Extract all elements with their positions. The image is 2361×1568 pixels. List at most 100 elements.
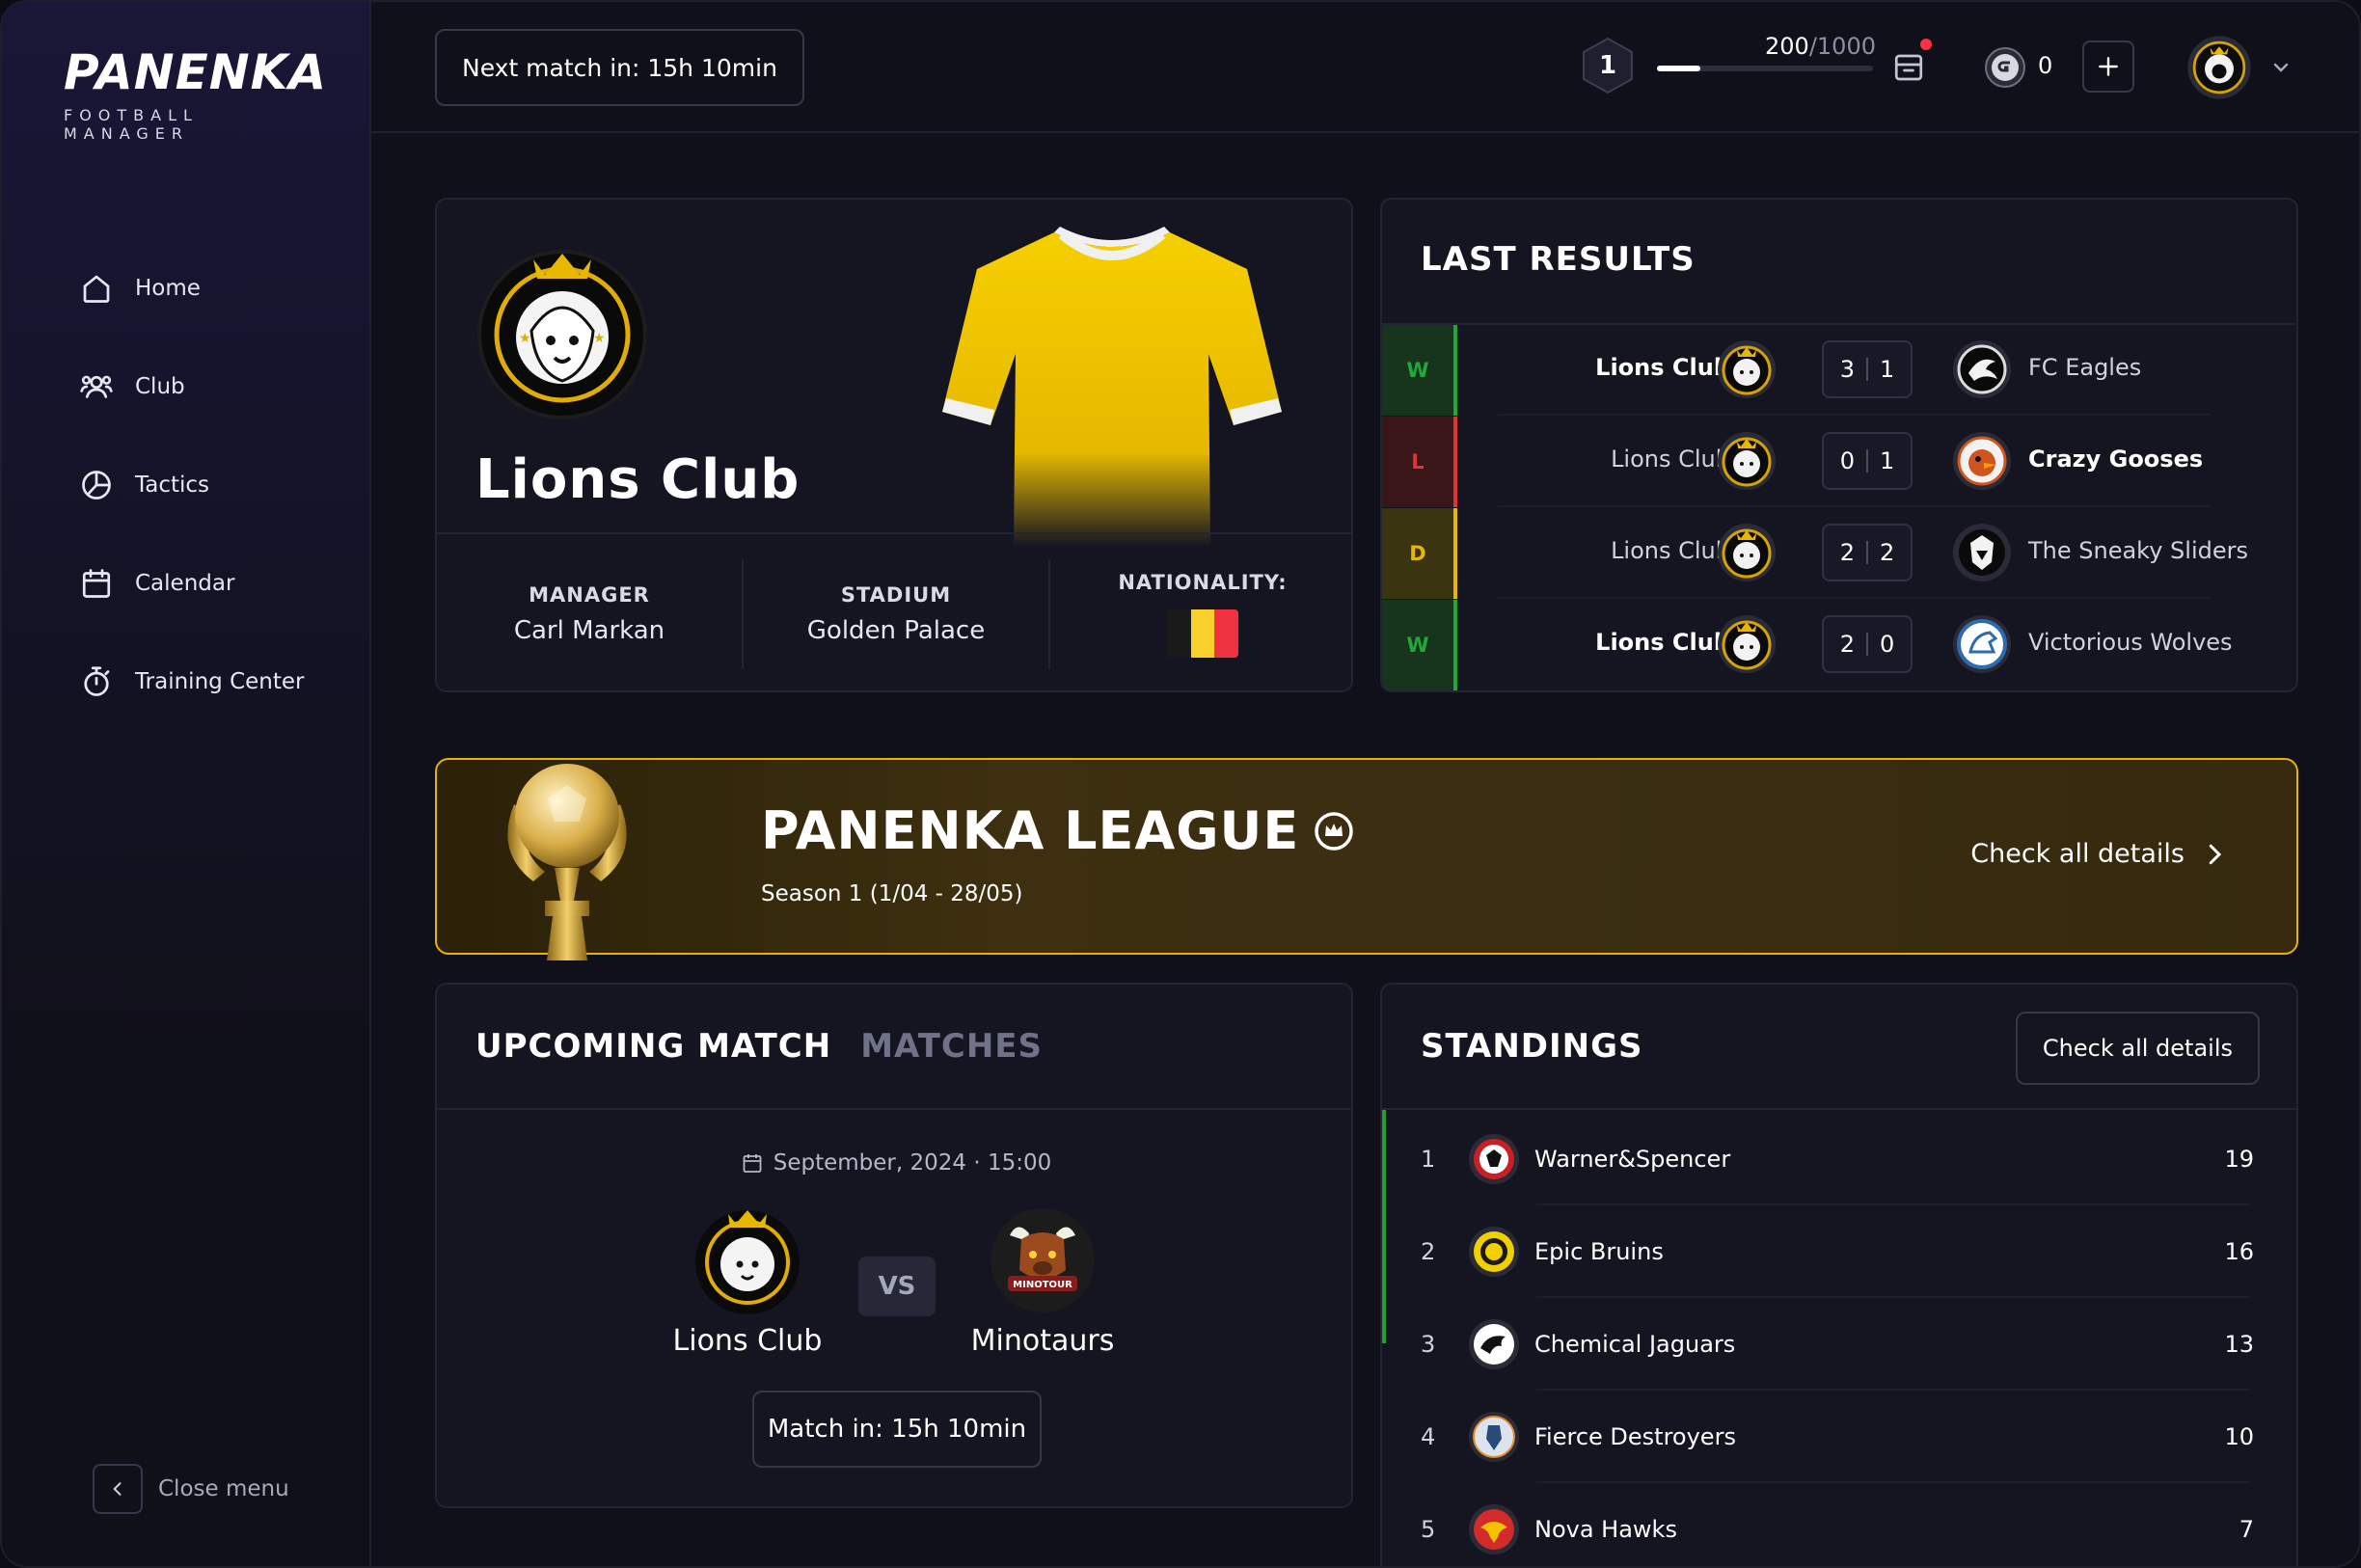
- brand-logo[interactable]: PANENKA FOOTBALL MANAGER: [64, 44, 326, 143]
- standings-team-name: Epic Bruins: [1534, 1238, 1664, 1265]
- result-tag: W: [1382, 600, 1457, 690]
- result-tag: W: [1382, 325, 1457, 416]
- svg-text:★: ★: [593, 331, 606, 346]
- standings-points: 10: [2224, 1423, 2254, 1450]
- xp-current: 200: [1765, 33, 1809, 60]
- standings-position: 1: [1421, 1146, 1436, 1173]
- standings-row[interactable]: 5 Nova Hawks 7: [1382, 1483, 2296, 1566]
- club-logo: ★ ★: [477, 250, 647, 419]
- league-details-link[interactable]: Check all details: [1970, 839, 2229, 869]
- away-team-name: The Sneaky Sliders: [2028, 537, 2248, 564]
- close-menu-button[interactable]: Close menu: [93, 1464, 289, 1514]
- standings-row[interactable]: 1 Warner&Spencer 19: [1382, 1113, 2296, 1205]
- nationality-label: NATIONALITY:: [1118, 571, 1288, 594]
- result-row[interactable]: D Lions Club 2 2 The Sneaky Sliders: [1382, 508, 2296, 599]
- result-row[interactable]: W Lions Club 2 0 Victorious Wolves: [1382, 600, 2296, 690]
- away-team-logo: [1951, 522, 2013, 583]
- league-season: Season 1 (1/04 - 28/05): [761, 881, 1023, 906]
- epic-bruins-logo: [1469, 1227, 1519, 1277]
- nationality-info: NATIONALITY:: [1050, 559, 1351, 669]
- away-team-logo: [1951, 430, 2013, 492]
- match-date: September, 2024 · 15:00: [437, 1150, 1351, 1176]
- score-box: 2 0: [1822, 615, 1913, 673]
- level-number: 1: [1598, 51, 1617, 80]
- stopwatch-icon: [84, 666, 110, 696]
- sidebar-item-training-center[interactable]: Training Center: [79, 633, 304, 731]
- stadium-name: Golden Palace: [806, 616, 986, 645]
- chevron-down-icon[interactable]: [2269, 56, 2293, 79]
- home-team-logo: [1716, 338, 1778, 400]
- score-separator: [1866, 633, 1868, 656]
- svg-text:★: ★: [519, 331, 531, 346]
- standings-row[interactable]: 2 Epic Bruins 16: [1382, 1205, 2296, 1298]
- sneaky-sliders-logo: [1953, 524, 2011, 581]
- home-icon: [83, 275, 110, 303]
- standings-team-name: Chemical Jaguars: [1534, 1331, 1736, 1358]
- sidebar-item-label: Calendar: [135, 571, 235, 596]
- tab-upcoming-match[interactable]: UPCOMING MATCH: [475, 1027, 831, 1066]
- chevron-right-icon: [2209, 844, 2222, 864]
- match-countdown[interactable]: Match in: 15h 10min: [752, 1391, 1042, 1468]
- tab-matches[interactable]: MATCHES: [860, 1027, 1043, 1066]
- home-team-logo: [1716, 522, 1778, 583]
- sidebar-item-home[interactable]: Home: [79, 239, 304, 338]
- away-team-name: Crazy Gooses: [2028, 446, 2204, 473]
- away-score: 1: [1880, 447, 1895, 474]
- pie-chart-icon: [82, 471, 111, 500]
- manager-info: MANAGER Carl Markan: [437, 559, 744, 669]
- result-tag: D: [1382, 508, 1457, 599]
- lions-club-logo: [1718, 432, 1776, 490]
- main-nav: Home Club Tactics Calendar Training Cent…: [79, 239, 304, 731]
- standings-points: 13: [2224, 1331, 2254, 1358]
- away-team-name: Minotaurs: [970, 1324, 1115, 1358]
- inbox-icon[interactable]: [1891, 50, 1926, 85]
- standings-position: 3: [1421, 1331, 1436, 1358]
- trophy-icon: [507, 764, 627, 960]
- result-tag: L: [1382, 417, 1457, 507]
- team-logo: [1467, 1502, 1521, 1556]
- away-team-logo: [1951, 613, 2013, 675]
- add-coins-button[interactable]: [2082, 41, 2134, 93]
- sidebar-item-label: Club: [135, 374, 185, 399]
- lions-club-logo: [695, 1210, 800, 1314]
- warner-spencer-logo: [1469, 1134, 1519, 1184]
- home-team-logo: [1716, 613, 1778, 675]
- score-separator: [1866, 449, 1868, 473]
- lions-club-logo: [1718, 524, 1776, 581]
- sidebar-item-label: Tactics: [135, 473, 210, 498]
- team-logo: [1467, 1132, 1521, 1186]
- result-row[interactable]: W Lions Club 3 1 FC Eagles: [1382, 325, 2296, 416]
- standings-card: STANDINGS Check all details 1 Warner&Spe…: [1380, 983, 2298, 1566]
- close-menu-box[interactable]: [93, 1464, 143, 1514]
- standings-row[interactable]: 4 Fierce Destroyers 10: [1382, 1391, 2296, 1483]
- league-banner[interactable]: PANENKA LEAGUE Season 1 (1/04 - 28/05) C…: [435, 758, 2298, 960]
- home-team-name: Lions Club: [1595, 354, 1730, 381]
- manager-label: MANAGER: [529, 583, 650, 607]
- xp-text: 200/1000: [1765, 33, 1876, 60]
- away-team-logo: [1951, 338, 2013, 400]
- standings-details-button[interactable]: Check all details: [2015, 1012, 2260, 1085]
- brand-subtitle: FOOTBALL MANAGER: [64, 106, 199, 143]
- sidebar-item-tactics[interactable]: Tactics: [79, 436, 304, 534]
- home-score: 0: [1839, 447, 1855, 474]
- home-team-name: Lions Club: [1611, 537, 1730, 564]
- crazy-gooses-logo: [1953, 432, 2011, 490]
- level-badge: 1: [1581, 37, 1635, 95]
- lions-club-logo: [1718, 340, 1776, 398]
- standings-team-name: Fierce Destroyers: [1534, 1423, 1736, 1450]
- sidebar-item-calendar[interactable]: Calendar: [79, 534, 304, 633]
- match-date-text: September, 2024 · 15:00: [773, 1150, 1052, 1176]
- sidebar-item-club[interactable]: Club: [79, 338, 304, 436]
- last-results-title: LAST RESULTS: [1421, 240, 1696, 279]
- coin-balance: 0: [2038, 52, 2053, 79]
- chevron-left-icon: [113, 1482, 122, 1496]
- score-box: 2 2: [1822, 524, 1913, 581]
- result-row[interactable]: L Lions Club 0 1 Crazy Gooses: [1382, 417, 2296, 507]
- next-match-timer[interactable]: Next match in: 15h 10min: [435, 29, 804, 106]
- avatar[interactable]: [2186, 35, 2252, 100]
- xp-progress-fill: [1657, 66, 1700, 71]
- team-logo: [1467, 1317, 1521, 1371]
- minotaurs-logo: MINOTOUR: [991, 1208, 1095, 1312]
- standings-row[interactable]: 3 Chemical Jaguars 13: [1382, 1298, 2296, 1391]
- plus-icon: [2099, 57, 2118, 76]
